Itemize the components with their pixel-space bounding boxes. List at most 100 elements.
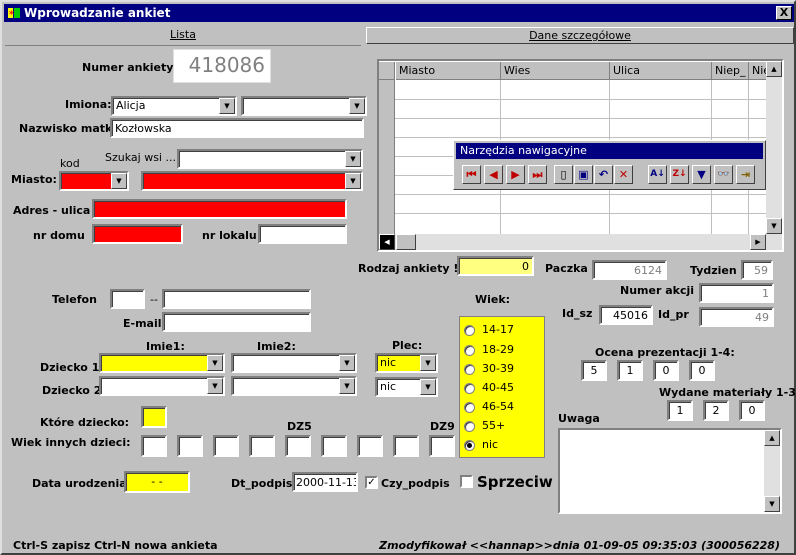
- exit-icon[interactable]: ⇥: [736, 165, 755, 184]
- filter-icon[interactable]: ▼: [692, 165, 711, 184]
- chevron-down-icon[interactable]: ▼: [349, 98, 365, 114]
- prev-record-icon[interactable]: ◀: [484, 165, 503, 184]
- id-pr-value: 49: [699, 307, 774, 327]
- dziecko-1-imie1-combo[interactable]: ▼: [99, 353, 225, 373]
- radio-wiek-nic[interactable]: [464, 440, 475, 451]
- dziecko-2-plec-combo[interactable]: nic ▼: [375, 377, 438, 397]
- dziecko-1-plec-combo[interactable]: nic ▼: [375, 353, 438, 373]
- id-sz-input[interactable]: 45016: [599, 305, 653, 325]
- chevron-down-icon[interactable]: ▼: [339, 355, 355, 371]
- ktore-dziecko-input[interactable]: [141, 406, 167, 428]
- find-icon[interactable]: 👓: [714, 165, 733, 184]
- grid-col-niep[interactable]: Niep_: [712, 62, 749, 80]
- wydane-input[interactable]: 0: [739, 400, 765, 421]
- radio-wiek-46-54[interactable]: [464, 402, 475, 413]
- radio-wiek-30-39[interactable]: [464, 364, 475, 375]
- uwaga-textarea[interactable]: ▲ ▼: [558, 428, 782, 514]
- grid-col-miasto[interactable]: Miasto: [396, 62, 501, 80]
- chevron-down-icon[interactable]: ▼: [420, 379, 436, 395]
- telefon-input[interactable]: [162, 289, 311, 309]
- adres-input[interactable]: [92, 199, 347, 219]
- scroll-thumb[interactable]: [396, 234, 416, 250]
- dziecko-2-imie1-combo[interactable]: ▼: [99, 376, 225, 396]
- radio-wiek-14-17[interactable]: [464, 325, 475, 336]
- scroll-up-icon[interactable]: ▲: [764, 430, 780, 446]
- czy-podpis-checkbox[interactable]: ✓: [365, 476, 378, 489]
- imie-2-combo[interactable]: ▼: [241, 96, 367, 116]
- wydane-input[interactable]: 2: [703, 400, 729, 421]
- ocena-input[interactable]: 0: [653, 360, 679, 381]
- radio-wiek-18-29[interactable]: [464, 345, 475, 356]
- grid-vertical-scrollbar[interactable]: ▲ ▼: [766, 61, 782, 234]
- chevron-down-icon[interactable]: ▼: [207, 355, 223, 371]
- first-record-icon[interactable]: ⏮: [462, 165, 481, 184]
- dt-podpis-input[interactable]: 2000-11-13: [292, 472, 358, 492]
- szukaj-wsi-combo[interactable]: ▼: [177, 149, 363, 169]
- close-button[interactable]: X: [776, 6, 792, 20]
- tab-dane-szczegolowe[interactable]: Dane szczegółowe: [366, 27, 794, 44]
- wiek-dziecka-input[interactable]: [285, 435, 311, 457]
- chevron-down-icon[interactable]: ▼: [345, 151, 361, 167]
- miasto-combo[interactable]: ▼: [141, 171, 363, 191]
- wiek-dziecka-input[interactable]: [321, 435, 347, 457]
- numer-ankiety-label: Numer ankiety: [82, 61, 174, 74]
- uwaga-scrollbar[interactable]: ▲ ▼: [764, 430, 780, 512]
- id-pr-label: Id_pr: [658, 308, 689, 321]
- tab-lista[interactable]: Lista: [5, 24, 361, 46]
- ocena-input[interactable]: 1: [617, 360, 643, 381]
- nazwisko-matki-label: Nazwisko matki: [19, 122, 117, 135]
- delete-icon[interactable]: ✕: [614, 165, 633, 184]
- wiek-dziecka-input[interactable]: [213, 435, 239, 457]
- dziecko-2-imie2-combo[interactable]: ▼: [231, 376, 357, 396]
- ocena-input[interactable]: 5: [581, 360, 607, 381]
- chevron-down-icon[interactable]: ▼: [207, 378, 223, 394]
- sprzeciw-checkbox[interactable]: [460, 475, 473, 488]
- radio-wiek-55-plus[interactable]: [464, 421, 475, 432]
- chevron-down-icon[interactable]: ▼: [219, 98, 235, 114]
- chevron-down-icon[interactable]: ▼: [345, 173, 361, 189]
- sort-ascending-icon[interactable]: A↓: [648, 165, 667, 184]
- scroll-right-icon[interactable]: ▶: [750, 234, 766, 250]
- nr-domu-input[interactable]: [92, 224, 183, 244]
- chevron-down-icon[interactable]: ▼: [111, 173, 127, 189]
- email-input[interactable]: [162, 312, 311, 332]
- title-bar[interactable]: * Wprowadzanie ankiet X: [4, 4, 794, 22]
- imie-1-combo[interactable]: Alicja ▼: [111, 96, 237, 116]
- rodzaj-ankiety-input[interactable]: 0: [457, 256, 534, 276]
- new-record-icon[interactable]: ▯: [554, 165, 573, 184]
- next-record-icon[interactable]: ▶: [506, 165, 525, 184]
- scroll-up-icon[interactable]: ▲: [766, 61, 782, 77]
- grid-col-ulica[interactable]: Ulica: [610, 62, 712, 80]
- wiek-dziecka-input[interactable]: [249, 435, 275, 457]
- sort-descending-icon[interactable]: Z↓: [670, 165, 689, 184]
- scroll-left-icon[interactable]: ◀: [379, 234, 395, 250]
- save-icon[interactable]: ▣: [574, 165, 593, 184]
- wiek-dziecka-input[interactable]: [429, 435, 455, 457]
- navigation-toolbar: Narzędzia nawigacyjne ⏮ ◀ ▶ ⏭ ▯ ▣ ↶ ✕ A↓…: [453, 140, 766, 190]
- chevron-down-icon[interactable]: ▼: [339, 378, 355, 394]
- ktore-dziecko-label: Które dziecko:: [40, 416, 130, 429]
- grid-col-wies[interactable]: Wies: [501, 62, 610, 80]
- wydane-input[interactable]: 1: [667, 400, 693, 421]
- scroll-down-icon[interactable]: ▼: [764, 496, 780, 512]
- grid-horizontal-scrollbar[interactable]: ◀ ▶: [379, 234, 782, 250]
- kod-combo[interactable]: ▼: [59, 171, 129, 191]
- wiek-dziecka-input[interactable]: [177, 435, 203, 457]
- last-record-icon[interactable]: ⏭: [528, 165, 547, 184]
- wiek-dziecka-input[interactable]: [357, 435, 383, 457]
- ocena-input[interactable]: 0: [689, 360, 715, 381]
- data-urodzenia-input[interactable]: - -: [124, 471, 190, 493]
- nazwisko-matki-input[interactable]: Kozłowska: [110, 118, 364, 138]
- scroll-down-icon[interactable]: ▼: [766, 218, 782, 234]
- nr-lokalu-input[interactable]: [258, 224, 347, 244]
- nr-lokalu-label: nr lokalu: [202, 229, 257, 242]
- telefon-prefix-input[interactable]: [110, 289, 145, 309]
- undo-icon[interactable]: ↶: [594, 165, 613, 184]
- wiek-dziecka-input[interactable]: [393, 435, 419, 457]
- radio-wiek-40-45[interactable]: [464, 383, 475, 394]
- imiona-label: Imiona:: [65, 98, 112, 111]
- navigation-toolbar-title[interactable]: Narzędzia nawigacyjne: [456, 143, 763, 159]
- dziecko-1-imie2-combo[interactable]: ▼: [231, 353, 357, 373]
- wiek-dziecka-input[interactable]: [141, 435, 167, 457]
- chevron-down-icon[interactable]: ▼: [420, 355, 436, 371]
